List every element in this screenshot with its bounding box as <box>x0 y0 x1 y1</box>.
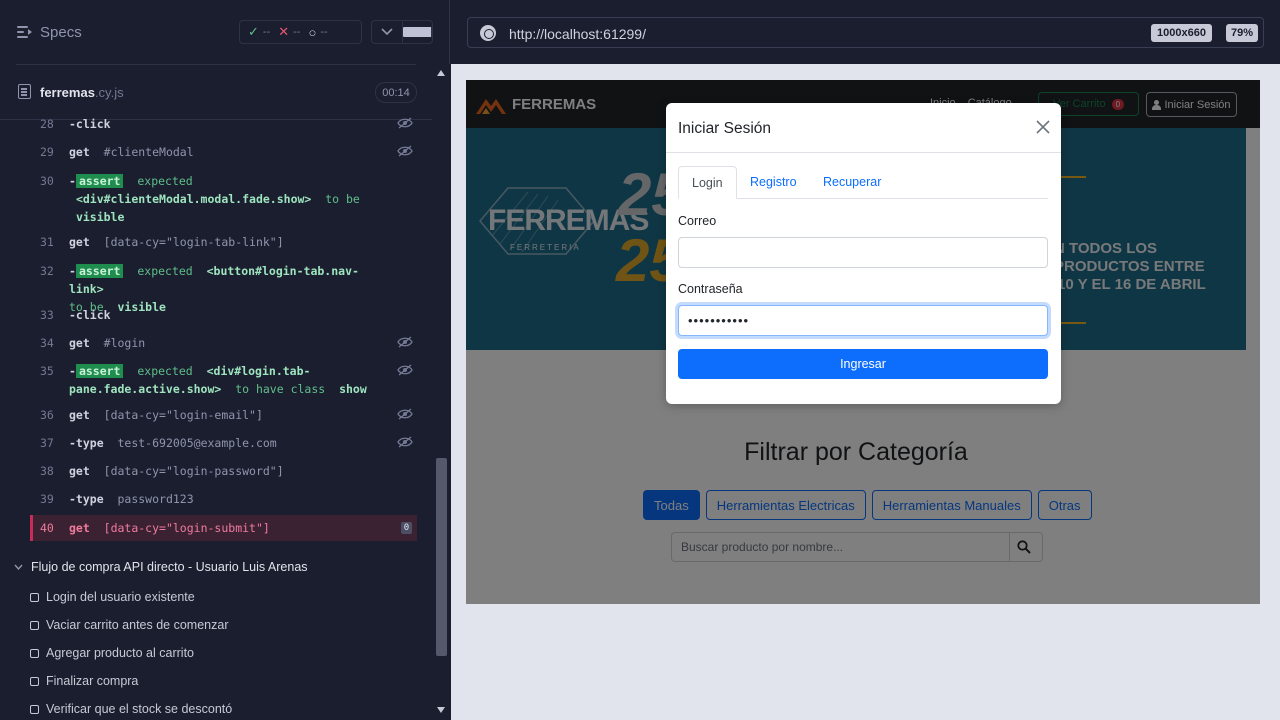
tab-recuperar[interactable]: Recuperar <box>810 166 894 199</box>
document-icon <box>18 84 31 99</box>
specs-label[interactable]: Specs <box>40 24 82 41</box>
login-modal: Iniciar Sesión Login Registro Recuperar … <box>666 103 1061 404</box>
command-row[interactable]: 33 -click <box>30 306 417 328</box>
x-icon: ✕ <box>278 24 290 39</box>
app-viewport: FERREMAS Inicio Catálogo Ver Carrito 0 I… <box>466 80 1260 604</box>
modal-tabs: Login Registro Recuperar <box>678 166 1048 199</box>
pending-test-icon <box>30 592 39 602</box>
command-row[interactable]: 30 - assert expected <div#clienteModal.mo… <box>30 172 417 226</box>
zoom-badge: 79% <box>1226 24 1259 42</box>
url-bar-area: http://localhost:61299/ 1000x660 79% <box>451 0 1280 64</box>
failed-stat: ✕ -- <box>278 24 301 39</box>
test-item[interactable]: Finalizar compra <box>30 674 138 688</box>
test-stats: ✓ -- ✕ -- ○ -- <box>239 20 362 44</box>
command-row[interactable]: 37 -type test-692005@example.com <box>30 434 417 456</box>
password-field[interactable]: ••••••••••• <box>678 305 1048 336</box>
command-row[interactable]: 35 - assert expected <div#login.tab-pane.… <box>30 362 417 398</box>
assert-badge: assert <box>75 264 124 278</box>
test-item[interactable]: Vaciar carrito antes de comenzar <box>30 618 229 632</box>
pending-test-icon <box>30 704 39 714</box>
assert-badge: assert <box>75 174 124 188</box>
command-row[interactable]: 39 -type password123 <box>30 490 417 512</box>
passed-stat: ✓ -- <box>248 24 271 39</box>
assert-badge: assert <box>75 364 124 378</box>
eye-slash-icon[interactable] <box>397 117 413 129</box>
pending-test-icon <box>30 676 39 686</box>
command-row-active[interactable]: 40 get [data-cy="login-submit"] 0 <box>30 515 417 541</box>
password-label: Contraseña <box>678 282 743 296</box>
scrollbar[interactable] <box>433 64 450 720</box>
command-count-badge: 0 <box>401 522 412 534</box>
login-submit-button[interactable]: Ingresar <box>678 349 1048 379</box>
pending-test-icon <box>30 620 39 630</box>
divider <box>666 152 1061 153</box>
pending-stat: ○ -- <box>308 24 328 40</box>
eye-slash-icon[interactable] <box>397 145 413 157</box>
app-preview-panel: http://localhost:61299/ 1000x660 79% FER… <box>451 0 1280 720</box>
duration-timer: 00:14 <box>375 82 417 103</box>
tab-login[interactable]: Login <box>678 166 737 199</box>
email-field[interactable] <box>678 237 1048 268</box>
eye-slash-icon[interactable] <box>397 364 413 376</box>
command-row[interactable]: 32 - assert expected <button#login-tab.na… <box>30 262 417 314</box>
command-log-panel: Specs ✓ -- ✕ -- ○ -- ferremas.cy.js 00:1… <box>0 0 450 720</box>
scroll-thumb[interactable] <box>436 458 447 656</box>
email-label: Correo <box>678 214 717 228</box>
scroll-down-icon[interactable] <box>437 707 445 713</box>
test-item[interactable]: Login del usuario existente <box>30 590 195 604</box>
suite-header[interactable]: Flujo de compra API directo - Usuario Lu… <box>14 560 308 574</box>
close-icon[interactable] <box>1035 119 1051 135</box>
globe-icon <box>480 25 496 41</box>
spec-file-row[interactable]: ferremas.cy.js 00:14 <box>0 72 450 112</box>
viewport-size-badge: 1000x660 <box>1151 24 1212 42</box>
eye-slash-icon[interactable] <box>397 436 413 448</box>
url-bar[interactable]: http://localhost:61299/ 1000x660 79% <box>467 17 1264 48</box>
scroll-up-icon[interactable] <box>437 70 445 76</box>
stop-button[interactable] <box>402 21 432 43</box>
specs-header: Specs ✓ -- ✕ -- ○ -- <box>0 0 450 64</box>
spec-file-name: ferremas.cy.js <box>40 85 124 100</box>
command-row[interactable]: 34 get #login <box>30 334 417 356</box>
command-row[interactable]: 29 get #clienteModal <box>30 143 417 165</box>
pending-test-icon <box>30 648 39 658</box>
command-row[interactable]: 31 get [data-cy="login-tab-link"] <box>30 233 417 255</box>
test-item[interactable]: Agregar producto al carrito <box>30 646 194 660</box>
chevron-down-icon <box>14 562 23 573</box>
specs-menu-icon[interactable] <box>17 26 32 39</box>
modal-title: Iniciar Sesión <box>678 120 772 137</box>
eye-slash-icon[interactable] <box>397 408 413 420</box>
url-text: http://localhost:61299/ <box>509 26 646 42</box>
command-row[interactable]: 28 -click <box>30 115 417 137</box>
divider <box>16 64 416 65</box>
command-row[interactable]: 38 get [data-cy="login-password"] <box>30 462 417 484</box>
chevron-down-icon[interactable] <box>372 21 403 43</box>
spinner-icon: ○ <box>308 24 317 40</box>
tab-registro[interactable]: Registro <box>737 166 810 199</box>
eye-slash-icon[interactable] <box>397 336 413 348</box>
stop-icon <box>402 27 432 37</box>
check-icon: ✓ <box>248 24 259 39</box>
command-row[interactable]: 36 get [data-cy="login-email"] <box>30 406 417 428</box>
run-controls <box>371 20 433 44</box>
test-item[interactable]: Verificar que el stock se descontó <box>30 702 232 716</box>
